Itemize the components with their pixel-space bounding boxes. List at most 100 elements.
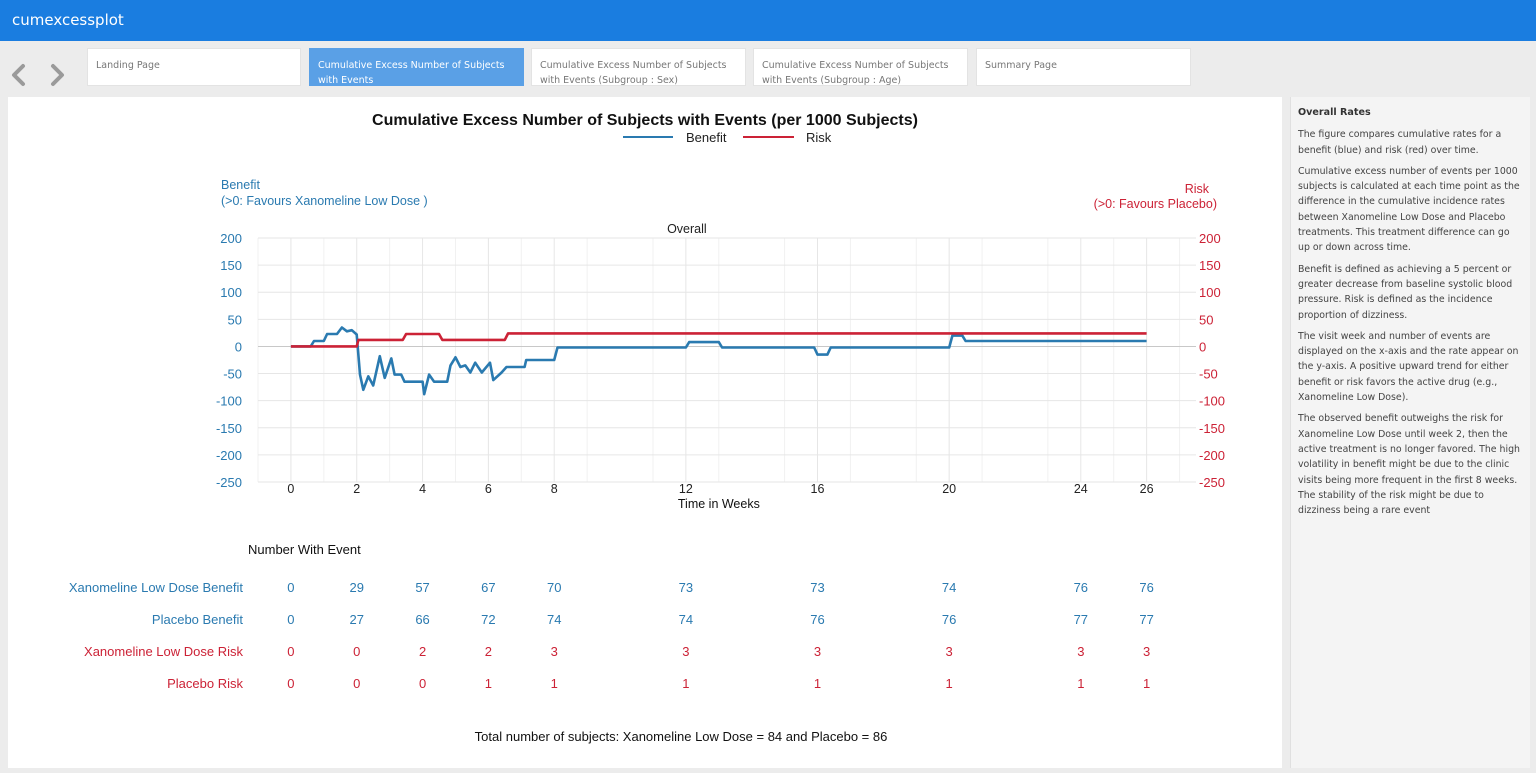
table-cell: 66 (415, 612, 429, 627)
tab-subgroup-age[interactable]: Cumulative Excess Number of Subjects wit… (753, 48, 968, 86)
app-title: cumexcessplot (12, 11, 124, 29)
table-cell: 74 (679, 612, 693, 627)
table-cell: 3 (551, 644, 558, 659)
app-header: cumexcessplot (0, 0, 1536, 41)
table-cell: 1 (551, 676, 558, 691)
table-cell: 3 (946, 644, 953, 659)
table-row-label: Xanomeline Low Dose Benefit (69, 580, 244, 595)
table-cell: 77 (1139, 612, 1153, 627)
table-heading: Number With Event (248, 542, 361, 557)
left-axis-label: Benefit (221, 178, 260, 192)
table-cell: 1 (814, 676, 821, 691)
y-tick-label-right: 150 (1199, 258, 1221, 273)
table-cell: 76 (810, 612, 824, 627)
grid-lines (257, 237, 1196, 483)
table-cell: 76 (1074, 580, 1088, 595)
table-cell: 76 (1139, 580, 1153, 595)
x-tick-label: 24 (1074, 482, 1088, 496)
y-tick-label-right: -200 (1199, 448, 1225, 463)
cumulative-excess-chart: Cumulative Excess Number of Subjects wit… (69, 112, 1225, 744)
y-tick-label-left: 0 (235, 339, 242, 354)
table-cell: 3 (682, 644, 689, 659)
y-tick-label-left: -250 (216, 475, 242, 490)
sidebar-paragraph: The observed benefit outweighs the risk … (1298, 413, 1520, 517)
legend-risk-label: Risk (806, 130, 832, 145)
table-cell: 73 (679, 580, 693, 595)
x-axis-label: Time in Weeks (678, 497, 760, 511)
y-tick-label-left: 150 (220, 258, 242, 273)
table-row-label: Xanomeline Low Dose Risk (84, 644, 243, 659)
y-tick-label-right: -250 (1199, 475, 1225, 490)
chart-subtitle: Overall (667, 222, 707, 236)
table-cell: 3 (1143, 644, 1150, 659)
y-tick-label-right: 200 (1199, 231, 1221, 246)
chart-title: Cumulative Excess Number of Subjects wit… (372, 112, 918, 129)
y-tick-label-right: 0 (1199, 339, 1206, 354)
table-cell: 1 (485, 676, 492, 691)
sidebar-paragraph: The visit week and number of events are … (1298, 330, 1519, 404)
table-cell: 0 (353, 676, 360, 691)
table-cell: 27 (350, 612, 364, 627)
table-cell: 1 (682, 676, 689, 691)
x-tick-label: 2 (353, 482, 360, 496)
x-tick-label: 26 (1140, 482, 1154, 496)
sidebar-paragraph: Benefit is defined as achieving a 5 perc… (1298, 263, 1513, 321)
y-tick-label-right: 50 (1199, 312, 1213, 327)
table-cell: 77 (1074, 612, 1088, 627)
table-cell: 70 (547, 580, 561, 595)
tab-subgroup-sex[interactable]: Cumulative Excess Number of Subjects wit… (531, 48, 746, 86)
table-cell: 72 (481, 612, 495, 627)
x-tick-label: 12 (679, 482, 693, 496)
y-tick-label-left: -50 (223, 367, 242, 382)
y-tick-label-left: 200 (220, 231, 242, 246)
table-cell: 3 (1077, 644, 1084, 659)
sidebar-paragraph: The figure compares cumulative rates for… (1298, 129, 1502, 156)
forward-arrow-icon[interactable] (46, 60, 68, 90)
left-axis-label: (>0: Favours Xanomeline Low Dose ) (221, 194, 428, 208)
right-axis-label: Risk (1185, 182, 1210, 196)
table-cell: 0 (287, 580, 294, 595)
table-cell: 29 (350, 580, 364, 595)
tab-landing-page[interactable]: Landing Page (87, 48, 301, 86)
sidebar-paragraph: Cumulative excess number of events per 1… (1298, 165, 1520, 254)
table-cell: 0 (419, 676, 426, 691)
table-cell: 0 (287, 644, 294, 659)
x-tick-label: 0 (287, 482, 294, 496)
x-tick-label: 6 (485, 482, 492, 496)
table-cell: 74 (547, 612, 561, 627)
y-tick-label-right: -100 (1199, 394, 1225, 409)
main-panel: Cumulative Excess Number of Subjects wit… (8, 97, 1282, 768)
y-tick-label-right: -150 (1199, 421, 1225, 436)
y-tick-label-left: 100 (220, 285, 242, 300)
x-tick-label: 8 (551, 482, 558, 496)
table-row-label: Placebo Risk (167, 676, 243, 691)
x-tick-label: 4 (419, 482, 426, 496)
table-cell: 73 (810, 580, 824, 595)
x-tick-label: 16 (811, 482, 825, 496)
table-cell: 3 (814, 644, 821, 659)
sidebar-title: Overall Rates (1298, 107, 1371, 118)
x-tick-label: 20 (942, 482, 956, 496)
back-arrow-icon[interactable] (8, 60, 30, 90)
table-cell: 0 (287, 612, 294, 627)
tab-cumulative-excess[interactable]: Cumulative Excess Number of Subjects wit… (309, 48, 524, 86)
table-cell: 76 (942, 612, 956, 627)
table-cell: 2 (419, 644, 426, 659)
chart-footnote: Total number of subjects: Xanomeline Low… (475, 729, 888, 744)
table-row-label: Placebo Benefit (152, 612, 243, 627)
table-cell: 57 (415, 580, 429, 595)
tab-summary-page[interactable]: Summary Page (976, 48, 1191, 86)
y-tick-label-right: 100 (1199, 285, 1221, 300)
y-tick-label-left: -150 (216, 421, 242, 436)
table-cell: 0 (287, 676, 294, 691)
events-table: Number With Event Xanomeline Low Dose Ben… (69, 542, 1154, 744)
legend-benefit-label: Benefit (686, 130, 727, 145)
table-cell: 1 (1077, 676, 1084, 691)
y-tick-label-left: -100 (216, 394, 242, 409)
y-tick-label-left: 50 (228, 312, 242, 327)
y-tick-label-left: -200 (216, 448, 242, 463)
table-cell: 1 (946, 676, 953, 691)
table-cell: 67 (481, 580, 495, 595)
table-cell: 2 (485, 644, 492, 659)
chart-text: Cumulative Excess Number of Subjects wit… (216, 112, 1225, 511)
